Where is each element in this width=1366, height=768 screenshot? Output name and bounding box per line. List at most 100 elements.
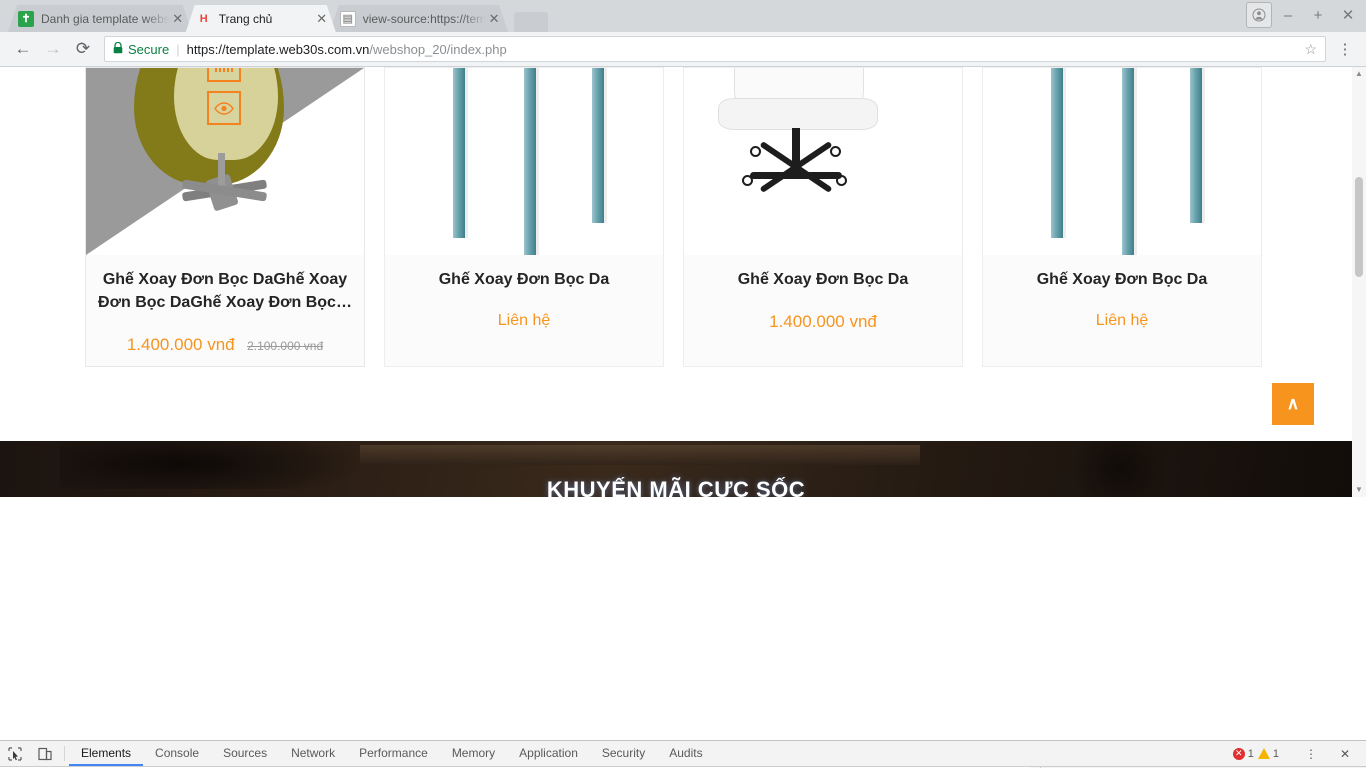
product-image[interactable] [983, 68, 1261, 255]
back-icon[interactable]: ← [8, 34, 38, 64]
scroll-up-arrow-icon[interactable]: ▲ [1352, 67, 1366, 81]
devtools-tabbar: Elements Console Sources Network Perform… [0, 741, 1366, 767]
devtools-tab-console[interactable]: Console [143, 741, 211, 766]
product-title-link[interactable]: Ghế Xoay Đơn Bọc Da [694, 269, 952, 292]
chair-leg [524, 68, 536, 255]
product-details: Ghế Xoay Đơn Bọc Da Liên hệ [983, 255, 1261, 366]
tab-title: view-source:https://tem [362, 11, 487, 26]
devtools-tab-application[interactable]: Application [507, 741, 590, 766]
close-icon[interactable]: ✕ [486, 11, 502, 27]
page-viewport: Ghế Xoay Đơn Bọc DaGhế Xoay Đơn Bọc DaGh… [0, 67, 1366, 497]
omnibox-divider: | [176, 41, 180, 57]
price-current: Liên hệ [1095, 311, 1149, 329]
url-path: /webshop_20/index.php [369, 41, 507, 57]
price-current: Liên hệ [497, 311, 551, 329]
chair-wheel [836, 175, 847, 186]
product-card[interactable]: Ghế Xoay Đơn Bọc Da 1.400.000 vnđ [683, 67, 963, 367]
page-scrollbar-thumb[interactable] [1355, 177, 1363, 277]
warning-badge[interactable]: 1 [1257, 747, 1279, 760]
error-icon: ✕ [1232, 747, 1245, 760]
scroll-down-arrow-icon[interactable]: ▼ [1352, 483, 1366, 497]
window-controls: – + ✕ [1246, 2, 1362, 28]
browser-tab-0[interactable]: ✝ Danh gia template webs ✕ [8, 5, 192, 32]
devtools-tab-audits[interactable]: Audits [657, 741, 714, 766]
devtools-tab-elements[interactable]: Elements [69, 741, 144, 766]
bookmark-star-icon[interactable]: ☆ [1304, 41, 1317, 58]
reload-icon[interactable]: ⟳ [68, 34, 98, 64]
product-price: Liên hệ [993, 312, 1251, 330]
price-original: 2.100.000 vnđ [247, 339, 324, 353]
divider [64, 746, 65, 761]
tab-strip: ✝ Danh gia template webs ✕ H Trang chủ ✕… [0, 0, 1366, 32]
avatar-icon[interactable] [1246, 2, 1272, 28]
devtools-tab-sources[interactable]: Sources [211, 741, 279, 766]
product-card[interactable]: Ghế Xoay Đơn Bọc DaGhế Xoay Đơn Bọc DaGh… [85, 67, 365, 367]
lock-icon [113, 41, 123, 57]
cursor-select-icon[interactable] [0, 741, 30, 766]
product-title-link[interactable]: Ghế Xoay Đơn Bọc Da [395, 269, 653, 292]
error-badge[interactable]: ✕ 1 [1232, 747, 1254, 760]
security-label: Secure [128, 41, 170, 57]
product-card[interactable]: Ghế Xoay Đơn Bọc Da Liên hệ [982, 67, 1262, 367]
devtools-panel: Elements Console Sources Network Perform… [0, 740, 1366, 768]
devtools-tab-security[interactable]: Security [590, 741, 657, 766]
devtools-tab-performance[interactable]: Performance [347, 741, 440, 766]
device-toolbar-icon[interactable] [30, 741, 60, 766]
product-image[interactable] [385, 68, 663, 255]
devtools-more-icon[interactable]: ⋮ [1296, 747, 1326, 761]
close-icon[interactable]: ✕ [170, 11, 186, 27]
product-details: Ghế Xoay Đơn Bọc Da Liên hệ [385, 255, 663, 366]
product-price: 1.400.000 vnđ [694, 312, 952, 332]
product-title-link[interactable]: Ghế Xoay Đơn Bọc Da [993, 269, 1251, 292]
devtools-close-icon[interactable]: ✕ [1330, 747, 1360, 761]
promo-banner: KHUYẾN MÃI CỰC SỐC [0, 441, 1352, 497]
chair-leg [453, 68, 465, 238]
browser-tab-1[interactable]: H Trang chủ ✕ [186, 5, 336, 32]
chrome-menu-icon[interactable]: ⋮ [1332, 40, 1358, 58]
close-icon[interactable]: ✕ [314, 11, 330, 27]
price-current: 1.400.000 vnđ [126, 335, 235, 354]
banner-texture [360, 445, 920, 465]
product-card[interactable]: Ghế Xoay Đơn Bọc Da Liên hệ [384, 67, 664, 367]
devtools-tab-network[interactable]: Network [279, 741, 347, 766]
warning-count: 1 [1272, 747, 1279, 760]
product-price: 1.400.000 vnđ 2.100.000 vnđ [96, 335, 354, 355]
product-image[interactable] [86, 68, 364, 255]
chair-leg [1190, 68, 1202, 223]
error-count: 1 [1247, 747, 1254, 760]
browser-toolbar: ← → ⟳ Secure | https://template.web30s.c… [0, 32, 1366, 67]
product-hover-actions [207, 68, 241, 125]
browser-tab-2[interactable]: ▤ view-source:https://tem ✕ [330, 5, 508, 32]
maximize-button[interactable]: + [1304, 3, 1332, 27]
omnibox[interactable]: Secure | https://template.web30s.com.vn /… [104, 36, 1326, 62]
close-window-button[interactable]: ✕ [1334, 3, 1362, 27]
url-origin: https://template.web30s.com.vn [186, 41, 370, 57]
scroll-to-top-button[interactable]: ∧ [1272, 383, 1314, 425]
new-tab-button[interactable] [514, 12, 549, 32]
product-title-link[interactable]: Ghế Xoay Đơn Bọc DaGhế Xoay Đơn Bọc DaGh… [96, 269, 354, 315]
price-current: 1.400.000 vnđ [769, 311, 877, 331]
chair-leg [592, 68, 604, 223]
devtools-tab-memory[interactable]: Memory [440, 741, 507, 766]
product-details: Ghế Xoay Đơn Bọc DaGhế Xoay Đơn Bọc DaGh… [86, 255, 364, 366]
h-letter-icon: H [199, 12, 208, 25]
page-scrollbar[interactable]: ▲ ▼ [1352, 67, 1366, 497]
devtools-status-area: ✕ 1 1 ⋮ ✕ [1232, 741, 1366, 766]
warning-icon [1257, 748, 1270, 759]
eye-icon[interactable] [207, 91, 241, 125]
page-doc-icon: ▤ [340, 11, 356, 27]
chair-seat-shape [718, 98, 878, 130]
chart-bars-icon[interactable] [207, 68, 241, 82]
green-doc-icon: ✝ [18, 11, 34, 27]
chair-wheel [742, 175, 753, 186]
chair-base-arm [750, 172, 842, 179]
forward-icon[interactable]: → [38, 34, 68, 64]
product-details: Ghế Xoay Đơn Bọc Da 1.400.000 vnđ [684, 255, 962, 366]
tab-title: Trang chủ [218, 11, 273, 26]
chair-wheel [750, 146, 761, 157]
chrome-browser-window: ✝ Danh gia template webs ✕ H Trang chủ ✕… [0, 0, 1366, 740]
tab-title: Danh gia template webs [41, 11, 170, 26]
product-image[interactable] [684, 68, 962, 255]
chair-wheel [830, 146, 841, 157]
minimize-button[interactable]: – [1274, 3, 1302, 27]
